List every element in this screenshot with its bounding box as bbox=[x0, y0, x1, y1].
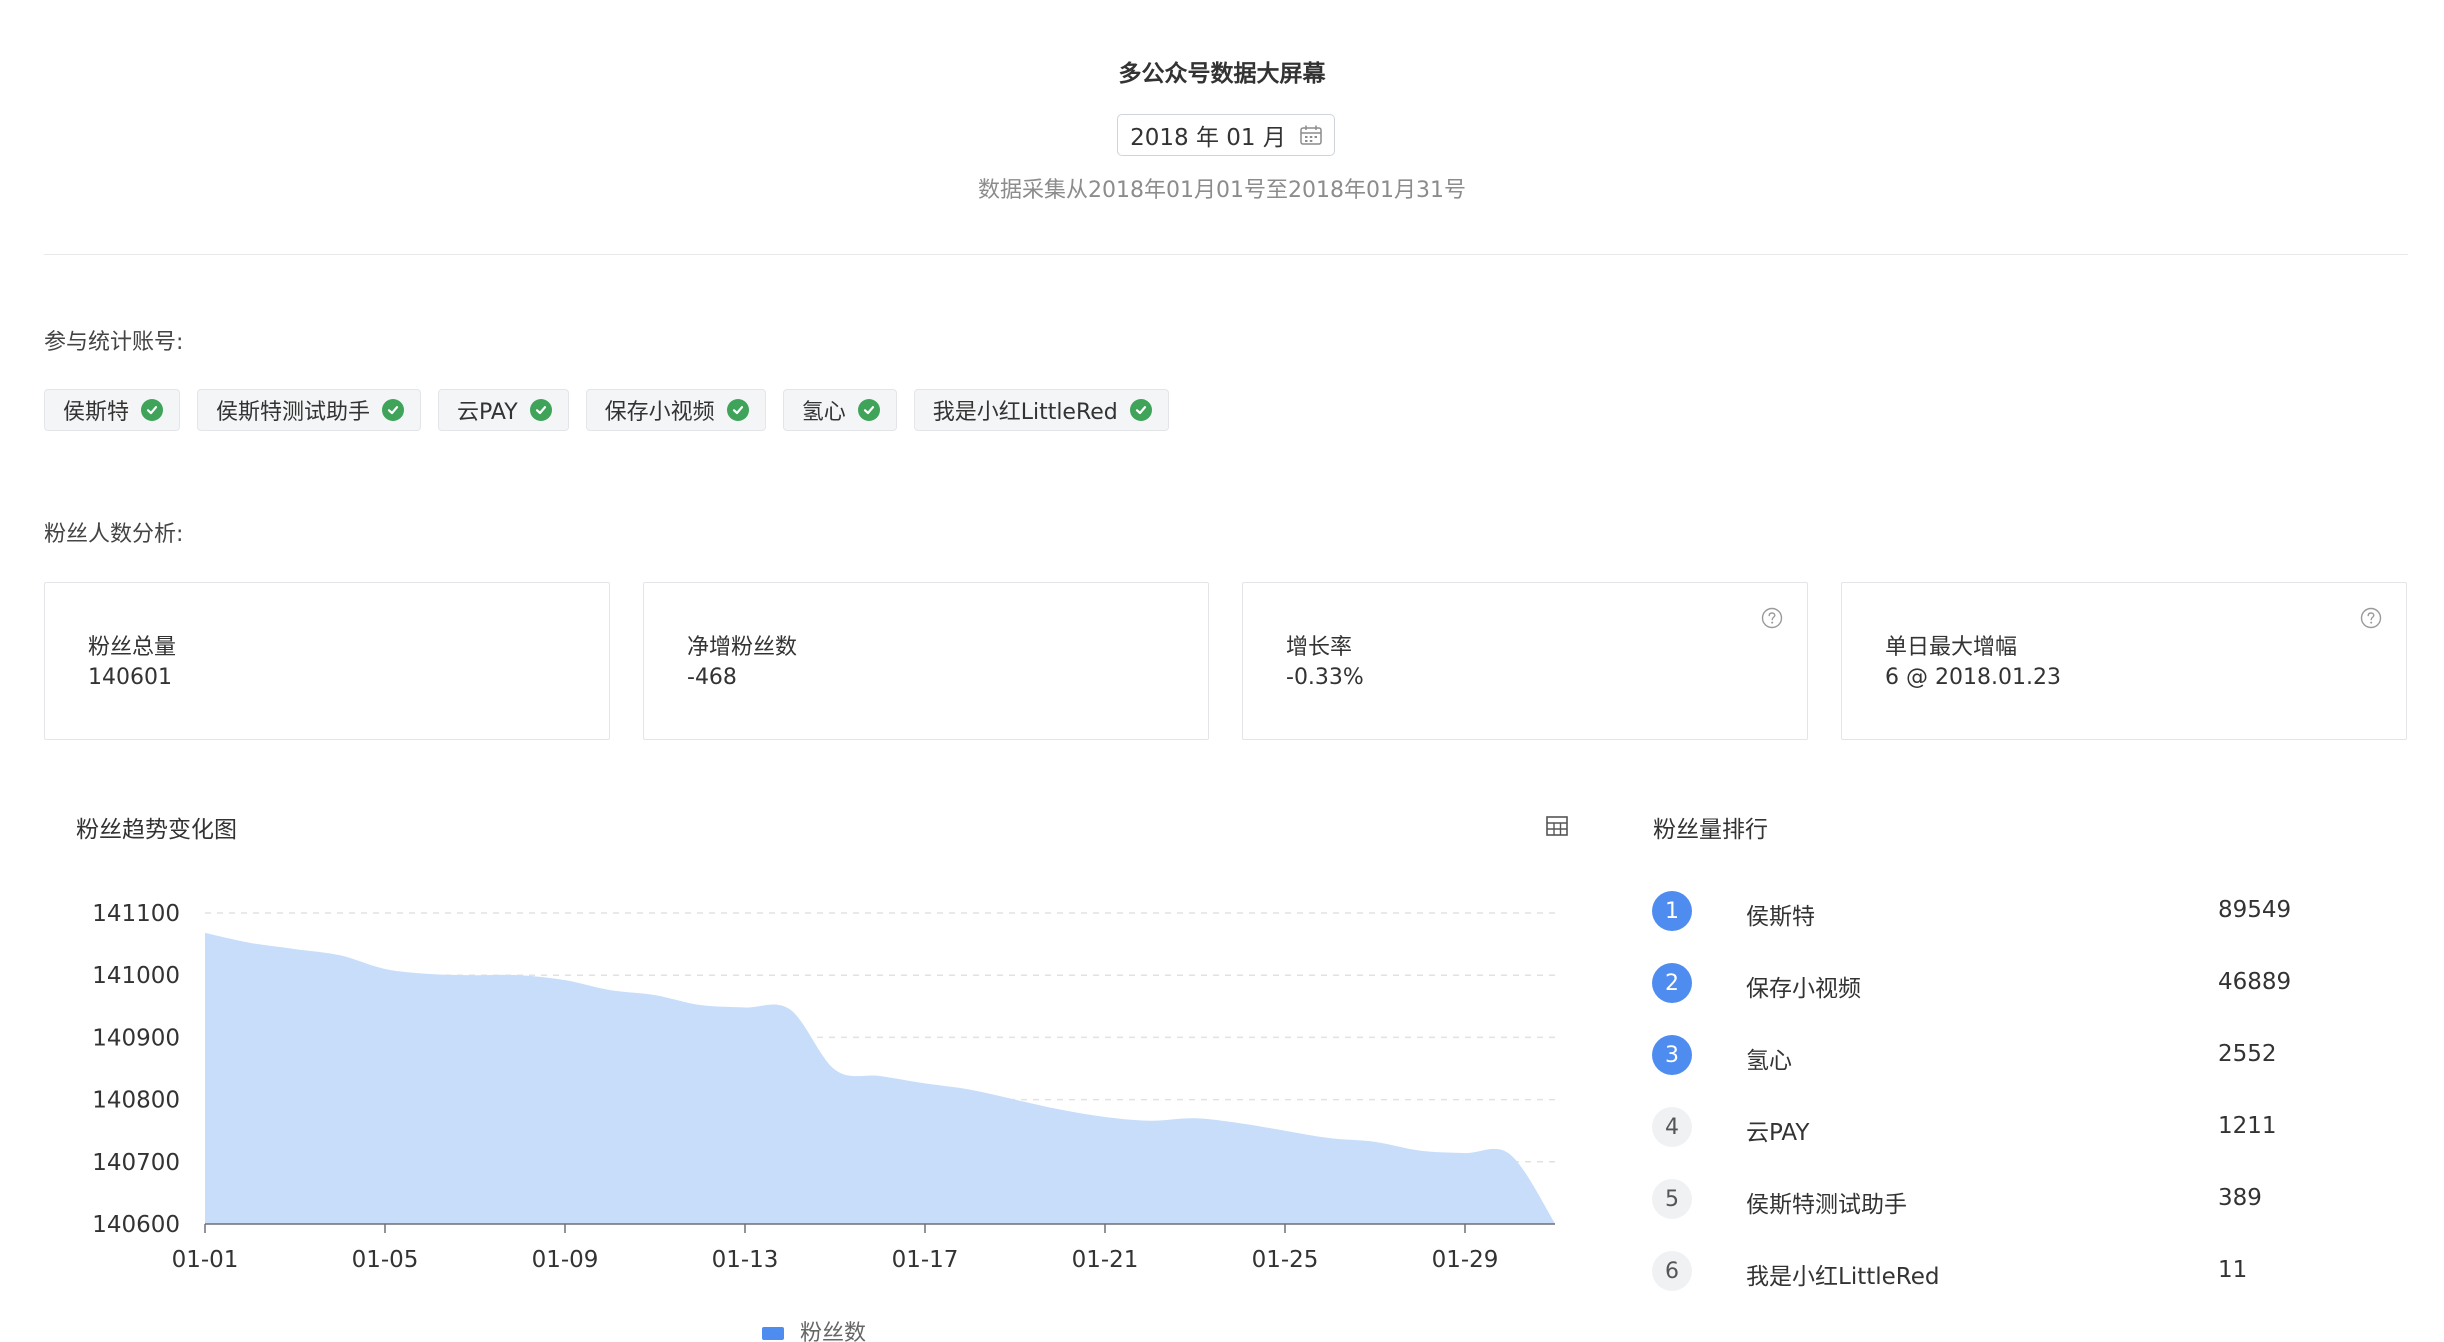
account-tag[interactable]: 侯斯特测试助手 bbox=[197, 389, 422, 431]
ranking-row: 1 侯斯特 89549 bbox=[1652, 887, 2352, 959]
month-picker-value: 2018 年 01 月 bbox=[1130, 125, 1286, 151]
x-tick-label: 01-17 bbox=[892, 1247, 959, 1273]
check-circle-icon bbox=[1129, 399, 1152, 421]
rank-badge: 4 bbox=[1652, 1107, 1692, 1147]
trend-chart: 140600 140700 140800 140900 141000 141100 01-0… bbox=[92, 901, 1555, 1342]
stat-card-value: -0.33% bbox=[1286, 665, 1364, 690]
ranking-row: 6 我是小红LittleRed 11 bbox=[1652, 1247, 2352, 1319]
stat-card-label: 粉丝总量 bbox=[88, 635, 177, 660]
series-area-fans bbox=[205, 932, 1555, 1224]
y-tick-label: 140800 bbox=[92, 1088, 180, 1114]
calendar-icon bbox=[1300, 125, 1322, 145]
check-circle-icon bbox=[141, 399, 164, 421]
account-tag-label: 保存小视频 bbox=[604, 400, 715, 425]
page-title: 多公众号数据大屏幕 bbox=[1118, 61, 1326, 87]
y-tick-label: 140700 bbox=[92, 1150, 180, 1176]
y-tick-label: 141100 bbox=[92, 901, 180, 927]
ranking-list: 1 侯斯特 89549 2 保存小视频 46889 3 氢心 2552 4 云PAY 1211 5 侯斯特… bbox=[1652, 887, 2352, 1319]
account-tag-label: 侯斯特 bbox=[63, 400, 130, 425]
account-tags: 侯斯特 侯斯特测试助手 云PAY 保存小视频 氢心 我是小红LittleRed bbox=[44, 389, 1169, 431]
rank-fan-count: 2552 bbox=[2218, 1041, 2277, 1067]
check-circle-icon bbox=[857, 399, 880, 421]
rank-badge: 2 bbox=[1652, 963, 1692, 1003]
x-tick-label: 01-01 bbox=[172, 1247, 239, 1273]
ranking-row: 3 氢心 2552 bbox=[1652, 1031, 2352, 1103]
legend-label: 粉丝数 bbox=[800, 1321, 866, 1342]
rank-badge: 3 bbox=[1652, 1035, 1692, 1075]
dashboard-page: 多公众号数据大屏幕 2018 年 01 月 数据采集从2018年01月01号至2… bbox=[0, 0, 2444, 1342]
stat-card: 净增粉丝数 -468 bbox=[643, 582, 1209, 740]
rank-account-name: 我是小红LittleRed bbox=[1746, 1264, 1940, 1290]
stat-cards: 粉丝总量 140601 净增粉丝数 -468 增长率 -0.33% 单日最大增幅 6 @ 20… bbox=[44, 582, 2407, 740]
rank-account-name: 保存小视频 bbox=[1746, 976, 1861, 1002]
stat-card-value: -468 bbox=[687, 665, 737, 690]
account-tag-label: 侯斯特测试助手 bbox=[216, 400, 371, 425]
rank-badge: 1 bbox=[1652, 891, 1692, 931]
fans-analysis-label: 粉丝人数分析: bbox=[44, 522, 184, 547]
rank-fan-count: 389 bbox=[2218, 1185, 2262, 1211]
rank-fan-count: 46889 bbox=[2218, 969, 2292, 995]
rank-account-name: 氢心 bbox=[1746, 1048, 1792, 1074]
help-circle-icon[interactable] bbox=[1761, 607, 1783, 629]
ranking-title: 粉丝量排行 bbox=[1653, 817, 1768, 843]
rank-account-name: 云PAY bbox=[1746, 1120, 1810, 1146]
month-picker[interactable]: 2018 年 01 月 bbox=[1117, 114, 1335, 156]
account-tag-label: 云PAY bbox=[457, 400, 518, 425]
rank-fan-count: 11 bbox=[2218, 1257, 2248, 1283]
rank-badge: 6 bbox=[1652, 1251, 1692, 1291]
rank-fan-count: 89549 bbox=[2218, 897, 2292, 923]
x-tick-label: 01-29 bbox=[1432, 1247, 1499, 1273]
stat-card: 增长率 -0.33% bbox=[1242, 582, 1808, 740]
ranking-row: 5 侯斯特测试助手 389 bbox=[1652, 1175, 2352, 1247]
x-tick-label: 01-05 bbox=[352, 1247, 419, 1273]
account-tag-label: 氢心 bbox=[801, 400, 846, 425]
stat-card-label: 净增粉丝数 bbox=[687, 635, 798, 660]
ranking-row: 4 云PAY 1211 bbox=[1652, 1103, 2352, 1175]
check-circle-icon bbox=[382, 399, 405, 421]
x-tick-label: 01-13 bbox=[712, 1247, 779, 1273]
stat-card: 粉丝总量 140601 bbox=[44, 582, 610, 740]
stat-card-label: 单日最大增幅 bbox=[1885, 635, 2018, 660]
stat-card-value: 6 @ 2018.01.23 bbox=[1885, 665, 2061, 690]
y-tick-label: 140600 bbox=[92, 1212, 180, 1238]
account-tag[interactable]: 保存小视频 bbox=[585, 389, 766, 431]
y-tick-label: 140900 bbox=[92, 1025, 180, 1051]
account-tag[interactable]: 云PAY bbox=[438, 389, 569, 431]
rank-fan-count: 1211 bbox=[2218, 1113, 2277, 1139]
rank-account-name: 侯斯特测试助手 bbox=[1746, 1192, 1907, 1218]
account-tag[interactable]: 侯斯特 bbox=[44, 389, 181, 431]
stat-card: 单日最大增幅 6 @ 2018.01.23 bbox=[1841, 582, 2407, 740]
rank-account-name: 侯斯特 bbox=[1746, 904, 1815, 930]
accounts-label: 参与统计账号: bbox=[44, 330, 184, 355]
account-tag[interactable]: 我是小红LittleRed bbox=[913, 389, 1169, 431]
date-range-note: 数据采集从2018年01月01号至2018年01月31号 bbox=[978, 178, 1466, 203]
legend-swatch bbox=[762, 1327, 784, 1340]
stat-card-label: 增长率 bbox=[1286, 635, 1353, 660]
check-circle-icon bbox=[726, 399, 749, 421]
x-tick-label: 01-25 bbox=[1252, 1247, 1319, 1273]
y-tick-label: 141000 bbox=[92, 963, 180, 989]
account-tag[interactable]: 氢心 bbox=[782, 389, 897, 431]
x-tick-label: 01-21 bbox=[1072, 1247, 1139, 1273]
help-circle-icon[interactable] bbox=[2360, 607, 2382, 629]
stat-card-value: 140601 bbox=[88, 665, 172, 690]
ranking-row: 2 保存小视频 46889 bbox=[1652, 959, 2352, 1031]
trend-chart-title: 粉丝趋势变化图 bbox=[76, 817, 237, 843]
table-icon[interactable] bbox=[1546, 816, 1568, 836]
rank-badge: 5 bbox=[1652, 1179, 1692, 1219]
check-circle-icon bbox=[529, 399, 552, 421]
header-divider bbox=[44, 254, 2408, 255]
x-tick-label: 01-09 bbox=[532, 1247, 599, 1273]
account-tag-label: 我是小红LittleRed bbox=[932, 400, 1118, 425]
